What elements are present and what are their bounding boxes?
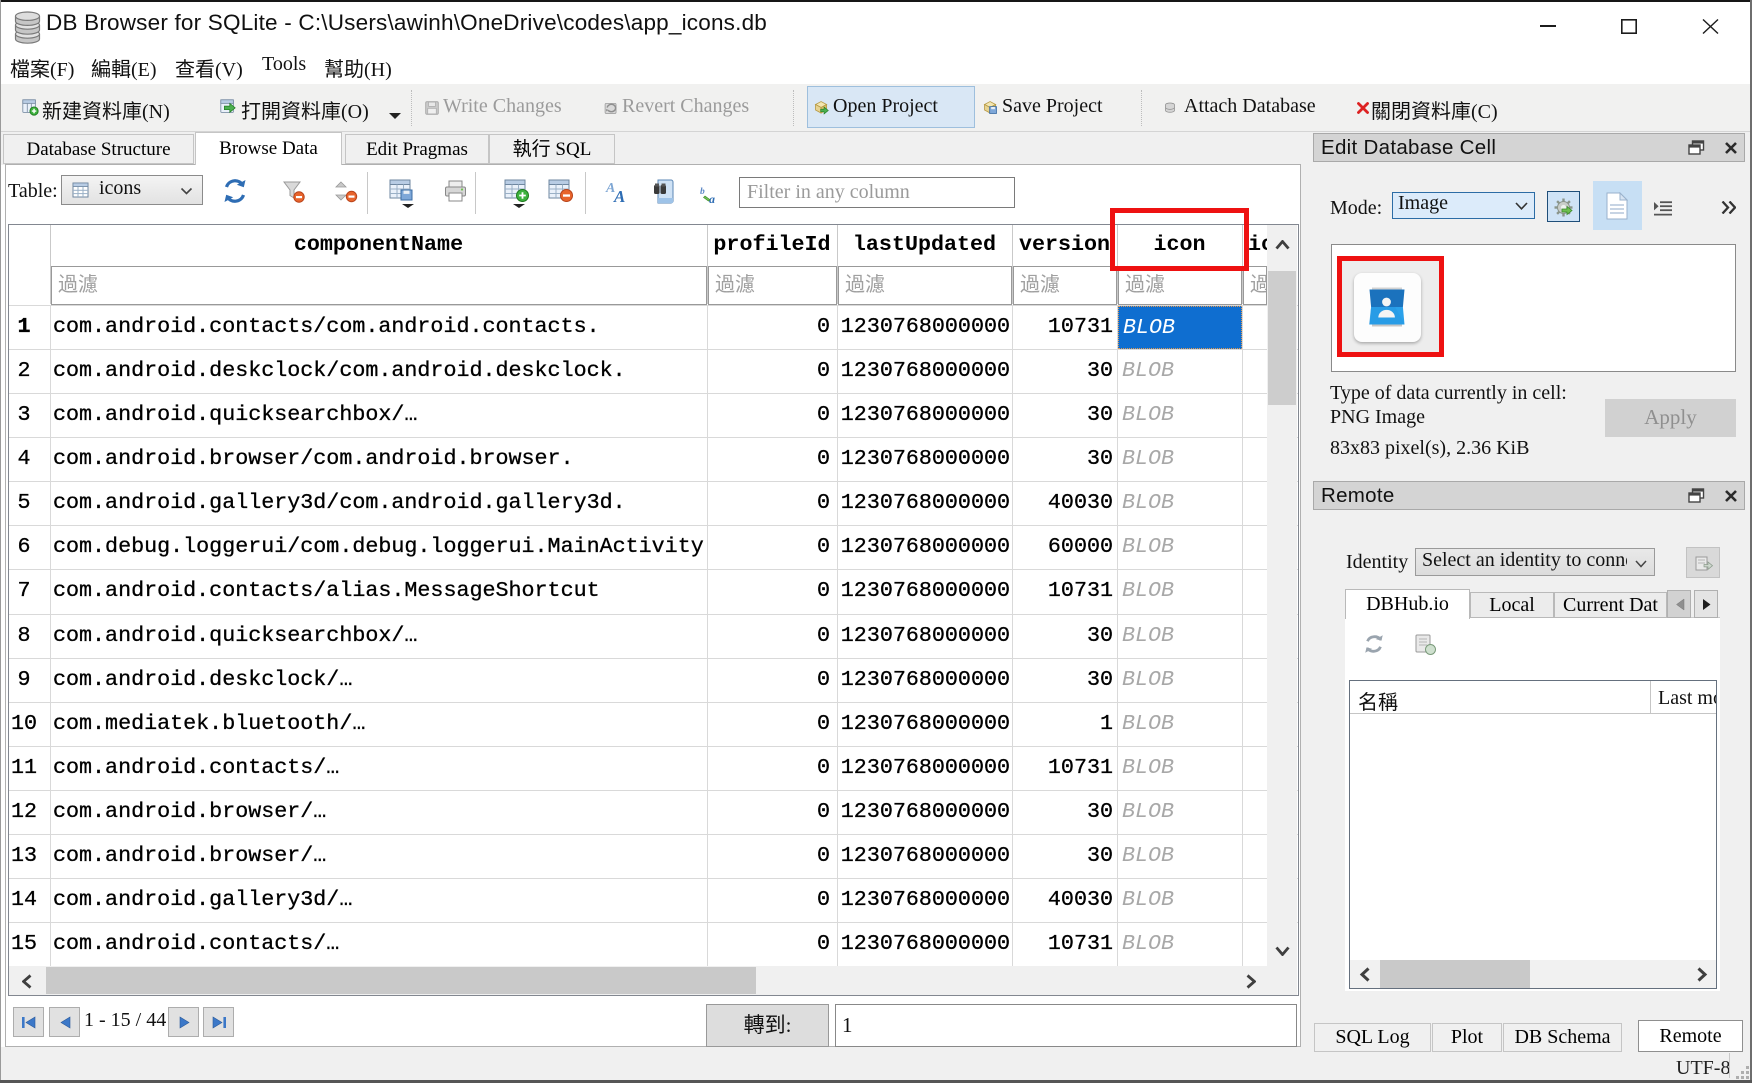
svg-text:b: b <box>700 187 705 197</box>
svg-text:A: A <box>613 187 625 205</box>
svg-text:a: a <box>709 192 715 204</box>
